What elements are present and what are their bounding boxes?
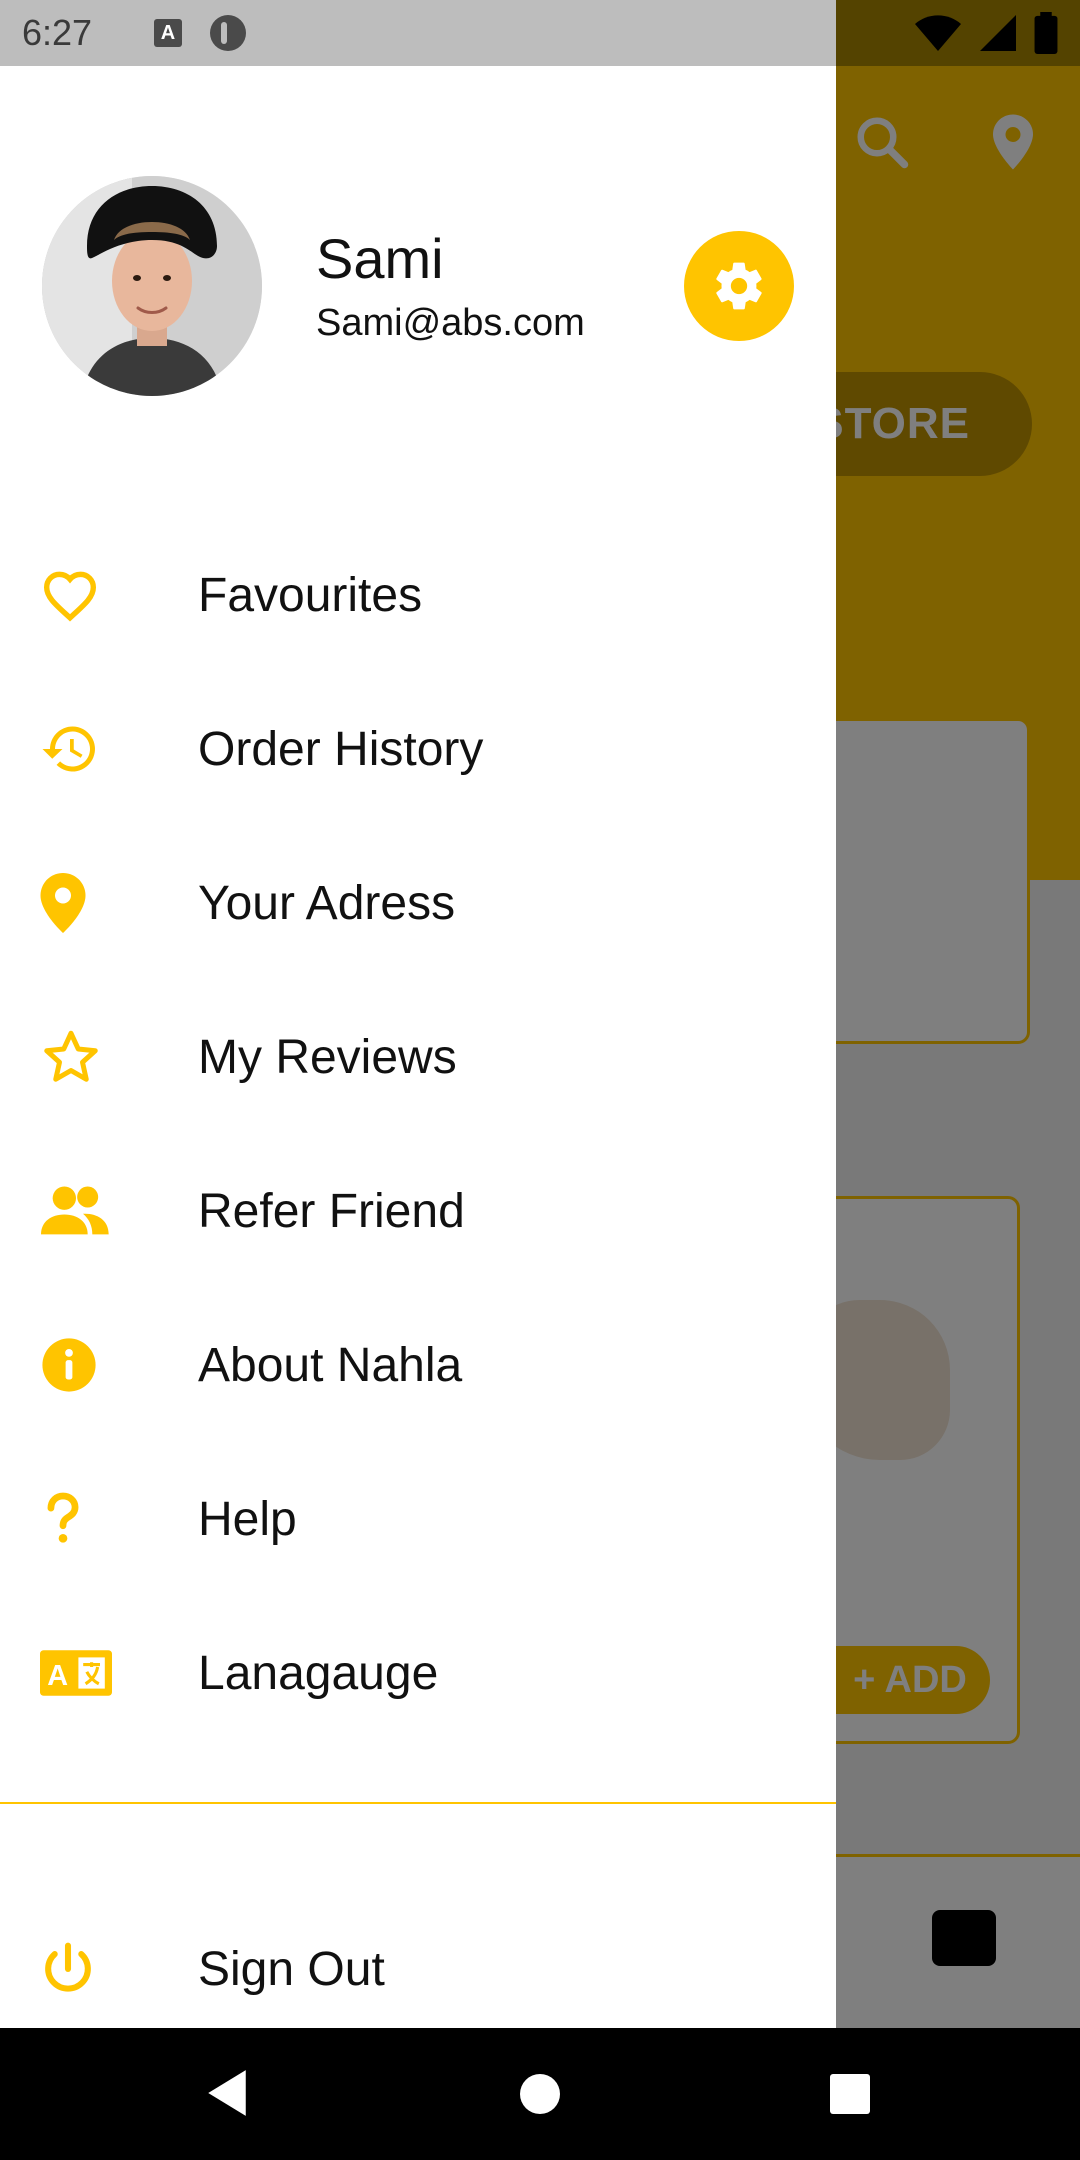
menu-item-label: Your Adress xyxy=(198,876,456,930)
history-icon xyxy=(40,717,116,781)
home-icon[interactable] xyxy=(520,2074,560,2114)
menu-item-label: Refer Friend xyxy=(198,1184,465,1238)
menu-item-label: About Nahla xyxy=(198,1338,463,1392)
wifi-icon xyxy=(915,15,961,51)
system-status-icons xyxy=(914,12,1058,54)
screen: STORE + ADD 6:27 A xyxy=(0,0,1080,2160)
system-navigation-bar xyxy=(0,2028,1080,2160)
svg-text:A: A xyxy=(47,1660,68,1692)
battery-icon xyxy=(1034,12,1058,54)
info-icon xyxy=(40,1333,116,1397)
a-keyboard-icon: A xyxy=(154,19,182,47)
menu-item-favourites[interactable]: Favourites xyxy=(0,518,836,672)
power-icon xyxy=(40,1937,116,2001)
settings-button[interactable] xyxy=(684,231,794,341)
menu-item-help[interactable]: Help xyxy=(0,1442,836,1596)
menu-item-refer-friend[interactable]: Refer Friend xyxy=(0,1134,836,1288)
star-icon xyxy=(40,1025,116,1089)
profile-email: Sami@abs.com xyxy=(316,302,585,344)
status-time: 6:27 xyxy=(22,12,93,53)
language-icon: A xyxy=(40,1641,116,1705)
menu-item-about-nahla[interactable]: About Nahla xyxy=(0,1288,836,1442)
navigation-drawer: Sami Sami@abs.com Favourites Order Histo… xyxy=(0,66,836,2028)
p-app-icon xyxy=(210,15,246,51)
menu-item-label: My Reviews xyxy=(198,1030,457,1084)
drawer-menu: Favourites Order History Your Adress My … xyxy=(0,518,836,1750)
menu-item-label: Lanagauge xyxy=(198,1646,439,1700)
menu-item-your-adress[interactable]: Your Adress xyxy=(0,826,836,980)
sign-out-button[interactable]: Sign Out xyxy=(0,1904,836,2034)
gear-icon xyxy=(716,262,762,310)
people-icon xyxy=(40,1179,116,1243)
status-bar: 6:27 A xyxy=(0,0,836,66)
menu-item-label: Help xyxy=(198,1492,297,1546)
recent-apps-icon[interactable] xyxy=(830,2074,870,2114)
sign-out-label: Sign Out xyxy=(198,1942,385,1996)
avatar[interactable] xyxy=(42,176,262,396)
menu-item-label: Favourites xyxy=(198,568,423,622)
heart-icon xyxy=(40,563,116,627)
menu-item-order-history[interactable]: Order History xyxy=(0,672,836,826)
question-icon xyxy=(40,1487,116,1551)
menu-item-my-reviews[interactable]: My Reviews xyxy=(0,980,836,1134)
location-pin-icon xyxy=(40,871,116,935)
menu-item-language[interactable]: A Lanagauge xyxy=(0,1596,836,1750)
menu-item-label: Order History xyxy=(198,722,484,776)
back-icon[interactable] xyxy=(205,2068,249,2118)
divider xyxy=(0,1802,836,1804)
profile-name: Sami xyxy=(316,227,444,290)
signal-icon xyxy=(980,15,1016,51)
